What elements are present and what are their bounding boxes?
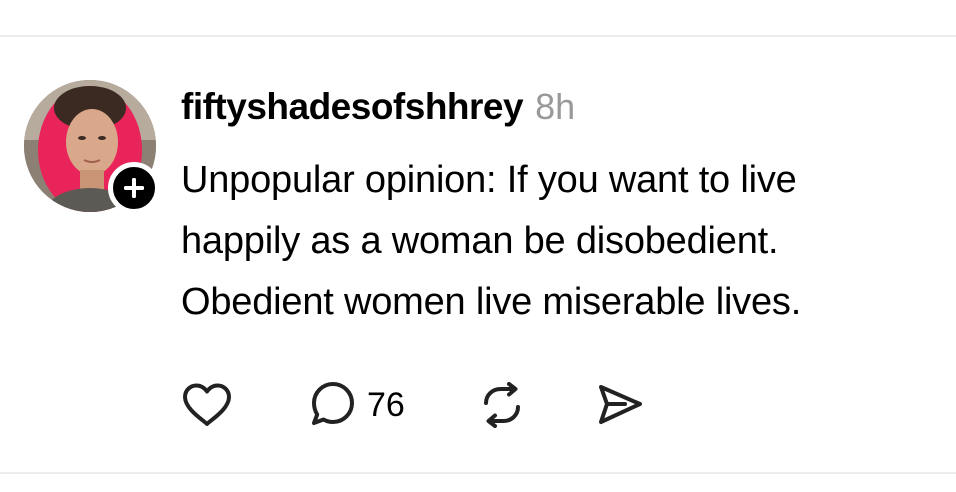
author-avatar-container[interactable] [24, 80, 160, 214]
username[interactable]: fiftyshadesofshhrey [181, 86, 524, 128]
comment-bubble-icon [312, 382, 354, 425]
post: fiftyshadesofshhrey 8h Unpopular opinion… [181, 86, 941, 333]
plus-icon [124, 178, 144, 198]
post-actions: 76 [181, 380, 645, 430]
post-text: Unpopular opinion: If you want to live h… [181, 150, 941, 333]
heart-icon [183, 383, 231, 426]
post-header: fiftyshadesofshhrey 8h [181, 86, 941, 132]
post-text-line: Obedient women live miserable lives. [181, 281, 802, 323]
bottom-divider [0, 472, 956, 474]
post-timestamp: 8h [535, 86, 576, 127]
reply-button[interactable]: 76 [309, 381, 405, 429]
top-divider [0, 35, 956, 37]
reply-count: 76 [367, 385, 405, 424]
send-icon [598, 385, 642, 424]
share-button[interactable] [595, 382, 645, 428]
follow-button[interactable] [108, 162, 160, 214]
post-text-line: happily as a woman be disobedient. [181, 220, 779, 262]
post-text-line: Unpopular opinion: If you want to live [181, 159, 797, 201]
repost-button[interactable] [477, 382, 527, 428]
like-button[interactable] [181, 382, 233, 428]
repost-icon [483, 382, 520, 428]
